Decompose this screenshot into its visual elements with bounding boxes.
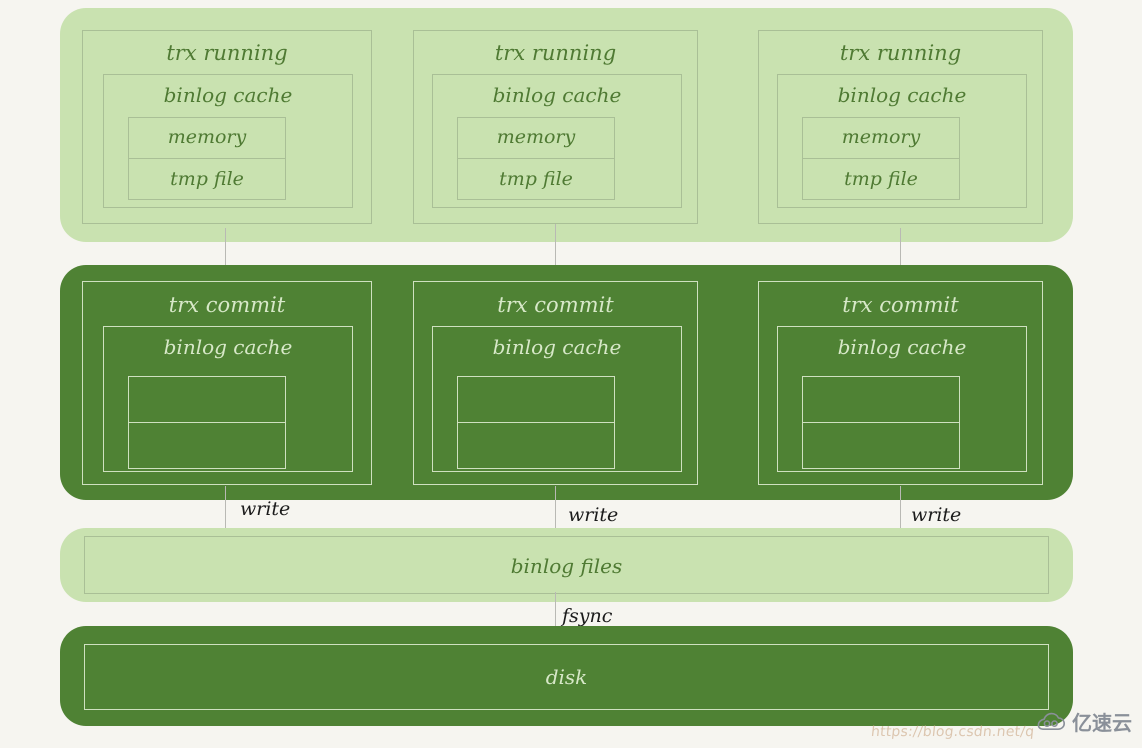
cloud-icon (1036, 712, 1066, 732)
binlog-cache-box: binlog cache memory tmp file (432, 74, 682, 208)
trx-running-band: trx running binlog cache memory tmp file… (60, 8, 1073, 242)
brand-name: 亿速云 (1072, 711, 1132, 735)
memory-cell: memory (458, 118, 614, 159)
memory-label: memory (841, 126, 921, 148)
disk-label: disk (545, 665, 588, 689)
binlog-cache-box: binlog cache (777, 326, 1027, 472)
cache-slot-upper (803, 377, 959, 423)
binlog-cache-label: binlog cache (837, 83, 967, 107)
memory-cell: memory (129, 118, 285, 159)
trx-running-column-3: trx running binlog cache memory tmp file (758, 30, 1043, 224)
fsync-label: fsync (562, 605, 613, 627)
binlog-cache-label: binlog cache (492, 335, 622, 359)
trx-running-column-2: trx running binlog cache memory tmp file (413, 30, 698, 224)
diagram-canvas: trx running binlog cache memory tmp file… (0, 0, 1142, 748)
binlog-cache-label: binlog cache (163, 83, 293, 107)
trx-running-column-1: trx running binlog cache memory tmp file (82, 30, 372, 224)
memory-label: memory (167, 126, 247, 148)
trx-running-label: trx running (839, 41, 962, 65)
trx-running-label: trx running (494, 41, 617, 65)
trx-commit-label: trx commit (842, 293, 959, 317)
binlog-cache-box: binlog cache (432, 326, 682, 472)
brand-watermark: 亿速云 (1036, 707, 1132, 736)
binlog-cache-box: binlog cache (103, 326, 353, 472)
tmp-file-cell: tmp file (803, 159, 959, 201)
cache-slots-box (802, 376, 960, 469)
memory-tmpfile-box: memory tmp file (457, 117, 615, 200)
cache-slot-lower (129, 423, 285, 470)
binlog-cache-label: binlog cache (492, 83, 622, 107)
binlog-cache-box: binlog cache memory tmp file (777, 74, 1027, 208)
trx-commit-label: trx commit (168, 293, 286, 317)
tmp-file-label: tmp file (170, 168, 244, 190)
write-label-3: write (911, 504, 962, 526)
cache-slot-lower (458, 423, 614, 470)
trx-commit-label: trx commit (497, 293, 614, 317)
trx-commit-column-3: trx commit binlog cache (758, 281, 1043, 485)
memory-tmpfile-box: memory tmp file (128, 117, 286, 200)
write-label-2: write (568, 504, 619, 526)
tmp-file-label: tmp file (844, 168, 918, 190)
write-connector-line-2 (555, 486, 556, 531)
binlog-files-box: binlog files (84, 536, 1049, 594)
tmp-file-cell: tmp file (458, 159, 614, 201)
memory-label: memory (496, 126, 576, 148)
cache-slot-upper (458, 377, 614, 423)
tmp-file-label: tmp file (499, 168, 573, 190)
binlog-cache-label: binlog cache (837, 335, 967, 359)
tmp-file-cell: tmp file (129, 159, 285, 201)
cache-slot-upper (129, 377, 285, 423)
binlog-cache-label: binlog cache (163, 335, 293, 359)
cache-slot-lower (803, 423, 959, 470)
cache-slots-box (128, 376, 286, 469)
trx-commit-band: trx commit binlog cache trx commit binlo… (60, 265, 1073, 500)
binlog-files-label: binlog files (510, 554, 623, 578)
binlog-files-band: binlog files (60, 528, 1073, 602)
trx-commit-column-1: trx commit binlog cache (82, 281, 372, 485)
disk-band: disk (60, 626, 1073, 726)
write-label-1: write (240, 498, 291, 520)
memory-cell: memory (803, 118, 959, 159)
url-watermark: https://blog.csdn.net/q (869, 724, 1035, 740)
cache-slots-box (457, 376, 615, 469)
write-connector-line-3 (900, 486, 901, 531)
trx-commit-column-2: trx commit binlog cache (413, 281, 698, 485)
disk-box: disk (84, 644, 1049, 710)
binlog-cache-box: binlog cache memory tmp file (103, 74, 353, 208)
trx-running-label: trx running (166, 41, 288, 65)
memory-tmpfile-box: memory tmp file (802, 117, 960, 200)
write-connector-line-1 (225, 486, 226, 531)
